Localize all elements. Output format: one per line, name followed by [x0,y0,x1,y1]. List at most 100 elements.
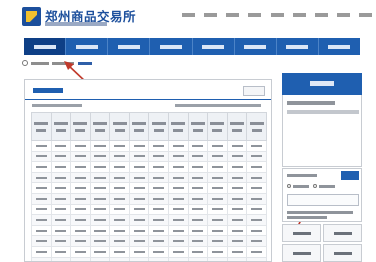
table-cell [148,161,170,173]
table-cell [148,192,170,205]
top-link[interactable] [204,13,218,17]
report-table [31,112,267,261]
nav-item-home[interactable] [24,38,67,55]
table-header [128,112,150,141]
nav-item[interactable] [193,38,235,55]
calendar-day[interactable] [328,120,338,125]
site-header: 郑州商品交易所 [0,0,376,38]
calendar-day[interactable] [328,134,338,139]
calendar-day[interactable] [318,120,328,125]
calendar-day[interactable] [287,120,297,125]
table-cell [226,214,248,226]
table-cell [246,203,267,216]
calendar-day[interactable] [287,134,297,139]
calendar-day[interactable] [318,134,328,139]
table-header [50,112,72,141]
calendar-day[interactable] [287,127,297,132]
quick-link-button[interactable] [323,224,362,242]
table-cell [50,150,72,163]
breadcrumb-item[interactable] [31,62,49,65]
calendar-day[interactable] [308,127,318,132]
nav-item[interactable] [108,38,151,55]
calendar-day[interactable] [338,141,348,146]
query-option-label [293,185,309,188]
table-cell [207,192,228,205]
calendar-day[interactable] [338,120,348,125]
calendar-day[interactable] [328,141,338,146]
calendar-day[interactable] [297,141,307,146]
top-link[interactable] [182,13,195,17]
table-cell [109,214,130,226]
nav-item-label [286,45,309,49]
table-row [31,203,267,216]
table-header [70,112,91,141]
breadcrumb-item[interactable] [52,62,74,65]
query-hint-line [287,216,327,219]
table-cell [70,140,91,152]
table-cell [226,140,248,152]
calendar-day[interactable] [338,134,348,139]
table-cell [89,161,111,173]
table-cell [148,150,170,163]
calendar-day[interactable] [318,127,328,132]
calendar-day[interactable] [297,120,307,125]
calendar-day[interactable] [308,141,318,146]
calendar-day[interactable] [308,120,318,125]
nav-item[interactable] [319,38,360,55]
calendar-day[interactable] [287,141,297,146]
nav-item[interactable] [150,38,193,55]
query-form [282,168,362,222]
table-cell [187,214,209,226]
query-submit-button[interactable] [341,171,359,180]
quick-link-button[interactable] [282,244,321,262]
query-input[interactable] [287,194,359,206]
table-cell [50,192,72,205]
calendar-day[interactable] [349,120,359,125]
logo-icon[interactable] [22,7,41,26]
table-cell [89,203,111,216]
site-logo-subtitle [45,22,107,26]
query-option-label [319,185,335,188]
table-cell [226,182,248,194]
nav-item[interactable] [277,38,319,55]
table-cell [187,203,209,216]
table-cell [168,203,189,216]
table-cell [168,235,189,247]
table-body [31,140,267,261]
top-link[interactable] [226,13,240,17]
table-cell [187,235,209,247]
table-cell [168,214,189,226]
table-header [148,112,170,141]
top-link[interactable] [314,13,328,17]
calendar-day[interactable] [328,127,338,132]
calendar-day[interactable] [349,141,359,146]
calendar-day[interactable] [297,127,307,132]
calendar-header [282,73,362,95]
query-option-radio[interactable] [287,184,291,188]
top-link[interactable] [359,13,372,17]
table-cell [207,214,228,226]
table-cell [148,140,170,152]
calendar-day[interactable] [338,127,348,132]
calendar-day[interactable] [297,134,307,139]
top-link[interactable] [270,13,284,17]
table-cell [226,256,248,261]
calendar-day[interactable] [349,127,359,132]
table-row [31,171,267,184]
top-link[interactable] [248,13,262,17]
top-link[interactable] [336,13,350,17]
calendar-day[interactable] [349,134,359,139]
calendar-day[interactable] [308,134,318,139]
table-row [31,214,267,226]
quick-link-button[interactable] [323,244,362,262]
query-option-radio[interactable] [313,184,317,188]
table-cell [246,214,267,226]
nav-item[interactable] [66,38,109,55]
table-cell [187,182,209,194]
top-link[interactable] [292,13,306,17]
nav-item[interactable] [235,38,277,55]
calendar-day[interactable] [318,141,328,146]
table-header-row [31,112,267,141]
export-button[interactable] [243,86,265,96]
quick-link-button[interactable] [282,224,321,242]
